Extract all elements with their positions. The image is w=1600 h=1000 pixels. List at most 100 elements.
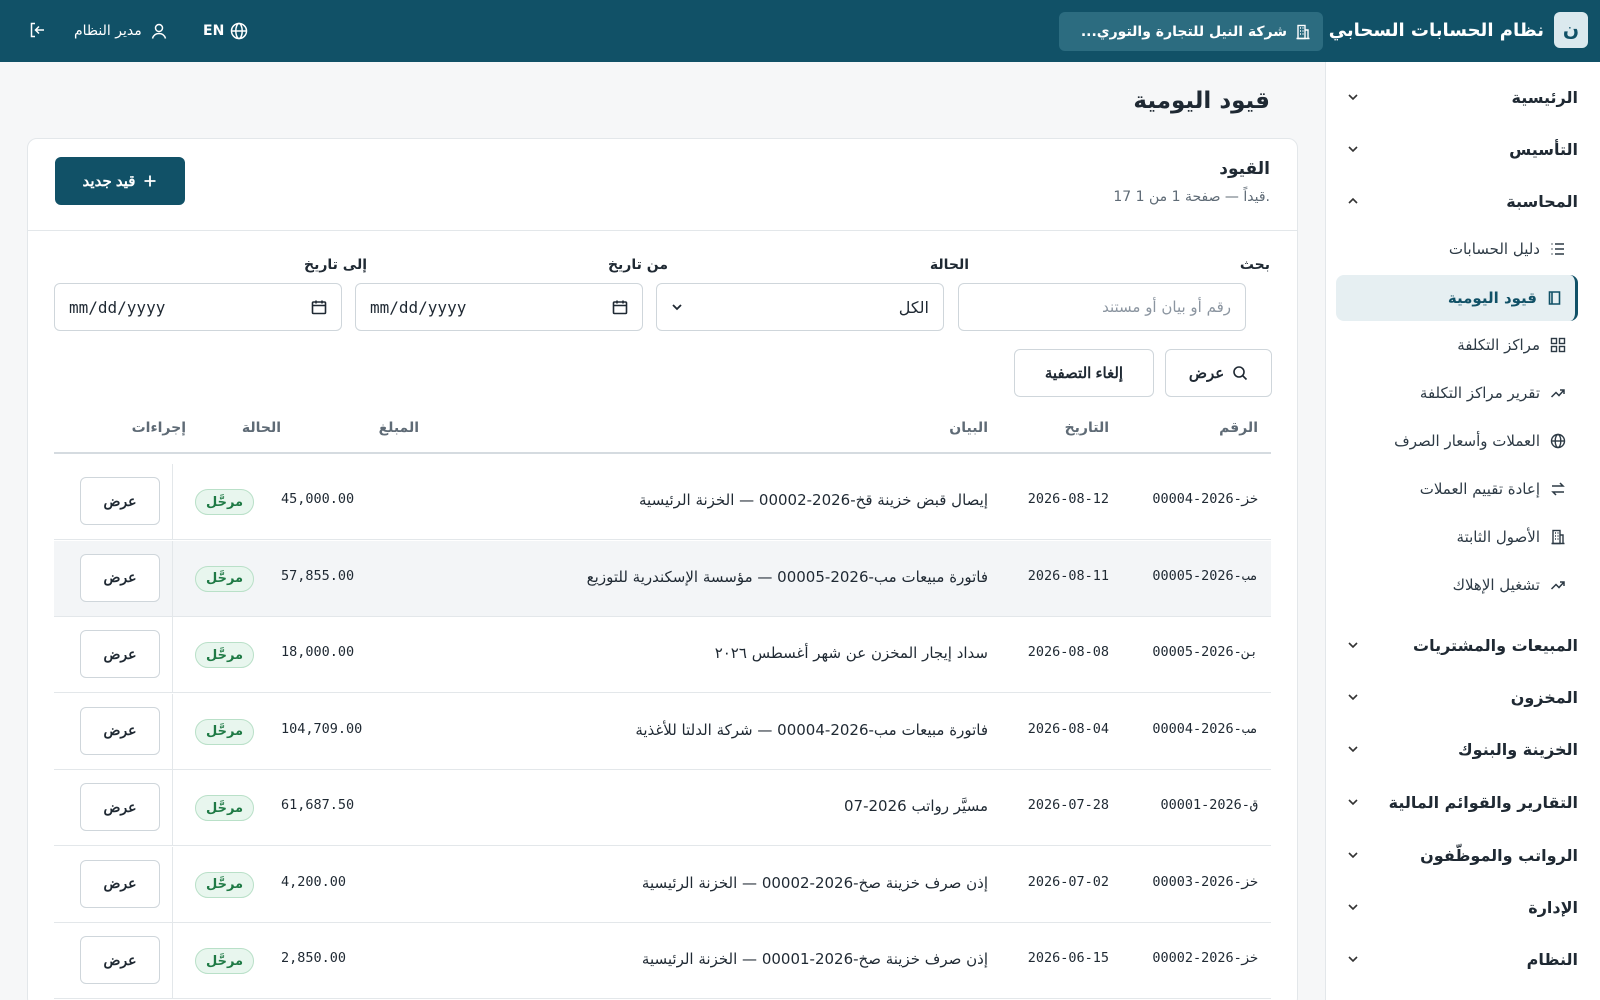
status-badge: مرحَّل <box>195 489 255 515</box>
col-date[interactable]: التاريخ <box>1065 420 1109 436</box>
nav-group-home[interactable]: الرئيسية <box>1346 80 1578 114</box>
sidebar-item-journal-entries[interactable]: قيود اليومية <box>1336 275 1578 321</box>
col-amount[interactable]: المبلغ <box>379 420 419 436</box>
table-row[interactable]: خز-2026-00003 2026-07-02 إذن صرف خزينة صخ-… <box>54 846 1271 923</box>
to-date-input[interactable]: mm/dd/yyyy <box>54 283 342 331</box>
clear-filter-button[interactable]: إلغاء التصفية <box>1014 349 1154 397</box>
app-title: نظام الحسابات السحابي <box>1328 19 1544 41</box>
view-entry-button[interactable]: عرض <box>80 706 160 755</box>
language-switch[interactable]: EN <box>203 19 248 43</box>
nav-group-sales-purchases[interactable]: المبيعات والمشتريات <box>1346 628 1578 662</box>
view-entry-button[interactable]: عرض <box>80 936 160 984</box>
col-description[interactable]: البيان <box>949 420 988 436</box>
exchange-icon <box>1550 481 1566 497</box>
sidebar-item-depreciation-run[interactable]: تشغيل الإهلاك <box>1336 562 1578 608</box>
entry-date: 2026-08-12 <box>1027 491 1109 507</box>
table-row[interactable]: مب-2026-00005 2026-08-11 فاتورة مبيعات مب-… <box>54 540 1271 617</box>
logout-icon[interactable] <box>28 21 46 39</box>
nav-group-label: الخزينة والبنوك <box>1458 739 1578 759</box>
trend-icon <box>1550 385 1566 401</box>
building-icon <box>1550 529 1566 545</box>
column-divider <box>172 540 173 616</box>
entry-date: 2026-08-08 <box>1027 644 1109 660</box>
sidebar-item-label: العملات وأسعار الصرف <box>1394 432 1540 450</box>
brand-logo: ن <box>1554 12 1588 48</box>
nav-group-label: الرواتب والموظّفون <box>1420 845 1578 865</box>
entry-number: مب-2026-00005 <box>1152 567 1258 584</box>
sidebar-item-label: تقرير مراكز التكلفة <box>1419 384 1540 402</box>
book-icon <box>1547 290 1563 306</box>
entry-amount: 104,709.00 <box>281 720 363 737</box>
sidebar-item-chart-of-accounts[interactable]: دليل الحسابات <box>1336 226 1578 272</box>
status-badge: مرحَّل <box>195 795 255 821</box>
entry-amount: 2,850.00 <box>281 950 347 966</box>
table-row[interactable]: ق-2026-00001 2026-07-28 مسيَّر رواتب 2026-… <box>54 770 1271 846</box>
chevron-down-icon <box>1346 848 1360 862</box>
entry-amount: 61,687.50 <box>281 797 355 813</box>
language-code: EN <box>203 23 225 39</box>
plus-icon <box>143 174 157 188</box>
view-entry-button[interactable]: عرض <box>80 553 160 602</box>
page-title: قيود اليومية <box>1133 88 1270 114</box>
nav-group-treasury[interactable]: الخزينة والبنوك <box>1346 732 1578 766</box>
nav-group-inventory[interactable]: المخزون <box>1346 680 1578 714</box>
table-row[interactable]: بن-2026-00005 2026-08-08 سداد إيجار المخزن… <box>54 617 1271 693</box>
brand[interactable]: ن نظام الحسابات السحابي <box>1329 12 1588 48</box>
nav-group-label: الإدارة <box>1528 897 1578 917</box>
entry-description: فاتورة مبيعات مب-2026-00005 — مؤسسة الإس… <box>586 567 988 586</box>
nav-group-label: المخزون <box>1510 687 1578 707</box>
nav-group-reports[interactable]: التقارير والقوائم المالية <box>1346 785 1578 819</box>
company-selector[interactable]: شركة النيل للتجارة والتوري... <box>1059 12 1323 51</box>
entry-description: إذن صرف خزينة صخ-2026-00001 — الخزنة الر… <box>641 950 988 968</box>
sidebar-item-currencies[interactable]: العملات وأسعار الصرف <box>1336 418 1578 464</box>
globe-icon <box>1550 433 1566 449</box>
globe-icon <box>230 22 248 40</box>
entry-amount: 45,000.00 <box>281 491 355 507</box>
user-name: مدير النظام <box>74 23 142 39</box>
table-row[interactable]: مب-2026-00004 2026-08-04 فاتورة مبيعات مب-… <box>54 693 1271 770</box>
column-divider <box>172 464 173 539</box>
col-number[interactable]: الرقم <box>1219 420 1258 436</box>
nav-group-label: التأسيس <box>1509 139 1578 159</box>
nav-group-accounting[interactable]: المحاسبة <box>1346 184 1578 218</box>
from-date-input[interactable]: mm/dd/yyyy <box>355 283 643 331</box>
apply-filter-button[interactable]: عرض <box>1165 349 1272 397</box>
view-entry-button[interactable]: عرض <box>80 783 160 831</box>
sidebar: الرئيسية التأسيس المحاسبة دليل الحسابات … <box>1325 62 1600 1000</box>
sidebar-item-cost-center-report[interactable]: تقرير مراكز التكلفة <box>1336 370 1578 416</box>
chevron-down-icon <box>1346 690 1360 704</box>
chevron-down-icon <box>1346 795 1360 809</box>
nav-group-setup[interactable]: التأسيس <box>1346 132 1578 166</box>
user-menu[interactable]: مدير النظام <box>74 19 168 43</box>
user-icon <box>150 22 168 40</box>
entry-number: خز-2026-00002 <box>1152 950 1258 966</box>
company-name: شركة النيل للتجارة والتوري... <box>1080 23 1287 40</box>
sidebar-item-currency-revaluation[interactable]: إعادة تقييم العملات <box>1336 466 1578 512</box>
table-row[interactable]: خز-2026-00002 2026-06-15 إذن صرف خزينة صخ-… <box>54 923 1271 999</box>
entry-description: إذن صرف خزينة صخ-2026-00002 — الخزنة الر… <box>641 873 988 892</box>
search-input[interactable]: رقم أو بيان أو مستند <box>958 283 1246 331</box>
status-selected-value: الكل <box>898 297 929 317</box>
status-label: الحالة <box>929 257 969 273</box>
new-entry-button[interactable]: قيد جديد <box>55 157 185 205</box>
nav-group-payroll[interactable]: الرواتب والموظّفون <box>1346 838 1578 872</box>
grid-icon <box>1550 337 1566 353</box>
sidebar-item-fixed-assets[interactable]: الأصول الثابتة <box>1336 514 1578 560</box>
status-select[interactable]: الكل <box>656 283 944 331</box>
sidebar-item-label: دليل الحسابات <box>1448 240 1540 258</box>
calendar-icon <box>612 299 628 315</box>
entry-date: 2026-08-11 <box>1027 567 1109 584</box>
search-placeholder: رقم أو بيان أو مستند <box>1102 298 1231 316</box>
nav-group-administration[interactable]: الإدارة <box>1346 890 1578 924</box>
view-entry-button[interactable]: عرض <box>80 477 160 525</box>
view-entry-button[interactable]: عرض <box>80 859 160 908</box>
view-entry-button[interactable]: عرض <box>80 630 160 678</box>
calendar-icon <box>311 299 327 315</box>
sidebar-item-cost-centers[interactable]: مراكز التكلفة <box>1336 322 1578 368</box>
table-row[interactable]: خز-2026-00004 2026-08-12 إيصال قبض خزينة ق… <box>54 464 1271 540</box>
entry-amount: 4,200.00 <box>281 873 347 890</box>
to-date-label: إلى تاريخ <box>303 257 367 273</box>
nav-group-system[interactable]: النظام <box>1346 942 1578 976</box>
card-header: القيود 17 قيداً — صفحة 1 من 1. قيد جديد <box>28 139 1297 231</box>
list-icon <box>1550 241 1566 257</box>
